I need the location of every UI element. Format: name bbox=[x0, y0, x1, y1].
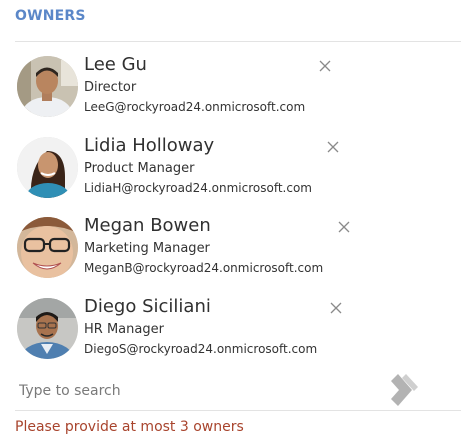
avatar bbox=[17, 137, 78, 198]
owner-item: Lidia Holloway Product Manager LidiaH@ro… bbox=[15, 135, 445, 203]
close-icon bbox=[319, 60, 331, 72]
owner-item: Diego Siciliani HR Manager DiegoS@rockyr… bbox=[15, 296, 445, 364]
section-title: OWNERS bbox=[15, 8, 86, 24]
owner-email: LidiaH@rockyroad24.onmicrosoft.com bbox=[84, 181, 312, 195]
validation-message: Please provide at most 3 owners bbox=[15, 419, 244, 435]
owner-email: MeganB@rockyroad24.onmicrosoft.com bbox=[84, 261, 324, 275]
remove-owner-button[interactable] bbox=[328, 300, 344, 316]
owner-job-title: HR Manager bbox=[84, 322, 164, 337]
avatar bbox=[17, 56, 78, 117]
owner-search bbox=[15, 374, 461, 411]
title-divider bbox=[15, 41, 461, 42]
remove-owner-button[interactable] bbox=[336, 219, 352, 235]
owner-job-title: Director bbox=[84, 80, 137, 95]
owner-item: Megan Bowen Marketing Manager MeganB@roc… bbox=[15, 215, 445, 283]
search-underline bbox=[15, 410, 461, 411]
avatar bbox=[17, 217, 78, 278]
owner-name: Lidia Holloway bbox=[84, 135, 215, 156]
close-icon bbox=[338, 221, 350, 233]
owner-email: LeeG@rockyroad24.onmicrosoft.com bbox=[84, 100, 306, 114]
owner-name: Megan Bowen bbox=[84, 215, 211, 236]
owner-item: Lee Gu Director LeeG@rockyroad24.onmicro… bbox=[15, 54, 445, 122]
owner-name: Lee Gu bbox=[84, 54, 147, 75]
owners-panel: OWNERS Lee Gu Director LeeG@rockyroad24.… bbox=[0, 0, 461, 444]
remove-owner-button[interactable] bbox=[317, 58, 333, 74]
owner-job-title: Marketing Manager bbox=[84, 241, 210, 256]
close-icon bbox=[327, 141, 339, 153]
owner-job-title: Product Manager bbox=[84, 161, 195, 176]
remove-owner-button[interactable] bbox=[325, 139, 341, 155]
owner-email: DiegoS@rockyroad24.onmicrosoft.com bbox=[84, 342, 318, 356]
avatar bbox=[17, 298, 78, 359]
close-icon bbox=[330, 302, 342, 314]
search-input[interactable] bbox=[15, 374, 393, 408]
cursor-icon bbox=[388, 370, 422, 410]
owner-name: Diego Siciliani bbox=[84, 296, 211, 317]
